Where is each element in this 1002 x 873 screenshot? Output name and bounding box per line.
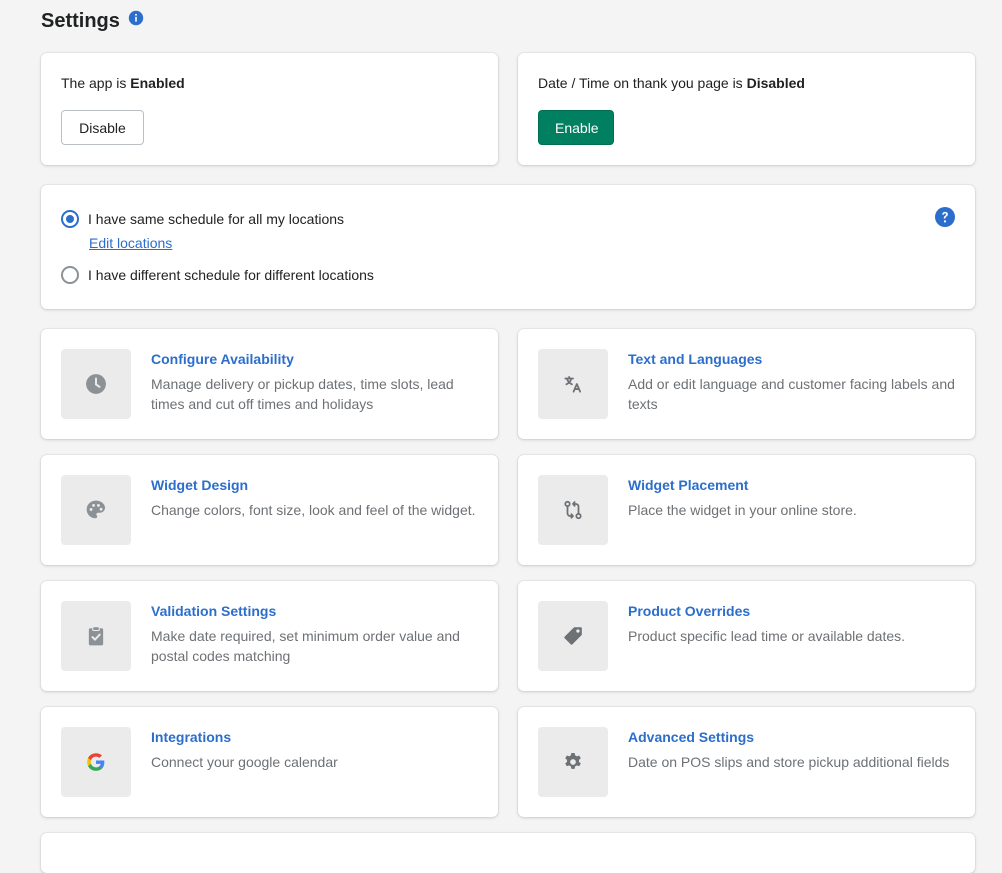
tile-configure-availability[interactable]: Configure Availability Manage delivery o… <box>41 329 498 439</box>
disable-app-button[interactable]: Disable <box>61 110 144 145</box>
radio-different-schedule-label[interactable]: I have different schedule for different … <box>88 267 374 283</box>
tile-widget-placement[interactable]: Widget Placement Place the widget in you… <box>518 455 975 565</box>
next-card <box>41 833 975 873</box>
tile-title[interactable]: Integrations <box>151 729 231 745</box>
edit-locations-link[interactable]: Edit locations <box>89 235 172 251</box>
tile-title[interactable]: Widget Placement <box>628 477 748 493</box>
info-icon[interactable] <box>128 10 144 26</box>
tile-description: Add or edit language and customer facing… <box>628 376 955 412</box>
enable-thankyou-button[interactable]: Enable <box>538 110 614 145</box>
tile-thumb <box>538 475 608 545</box>
question-circle-icon[interactable] <box>935 207 955 227</box>
tile-title[interactable]: Product Overrides <box>628 603 750 619</box>
thankyou-status-state: Disabled <box>746 75 805 91</box>
tile-thumb <box>538 349 608 419</box>
tile-integrations[interactable]: Integrations Connect your google calenda… <box>41 707 498 817</box>
tile-widget-design[interactable]: Widget Design Change colors, font size, … <box>41 455 498 565</box>
tile-description: Make date required, set minimum order va… <box>151 628 460 664</box>
thankyou-status-text: Date / Time on thank you page is Disable… <box>538 75 805 91</box>
gear-icon <box>565 752 581 769</box>
radio-same-schedule-control[interactable] <box>61 210 79 228</box>
radio-same-schedule-label[interactable]: I have same schedule for all my location… <box>88 211 344 227</box>
tile-thumb <box>61 349 131 419</box>
google-icon <box>87 753 105 771</box>
thankyou-status-card: Date / Time on thank you page is Disable… <box>518 53 975 165</box>
tile-title[interactable]: Widget Design <box>151 477 248 493</box>
radio-different-schedule-control[interactable] <box>61 266 79 284</box>
tile-title[interactable]: Advanced Settings <box>628 729 754 745</box>
tile-title[interactable]: Configure Availability <box>151 351 294 367</box>
schedule-card: I have same schedule for all my location… <box>41 185 975 309</box>
tile-description: Manage delivery or pickup dates, time sl… <box>151 376 454 412</box>
tile-description: Place the widget in your online store. <box>628 502 857 518</box>
tile-description: Change colors, font size, look and feel … <box>151 502 476 518</box>
translate-icon <box>564 375 582 393</box>
tile-description: Product specific lead time or available … <box>628 628 906 644</box>
tile-thumb <box>61 475 131 545</box>
tile-thumb <box>61 727 131 797</box>
app-status-state: Enabled <box>130 75 185 91</box>
tile-validation-settings[interactable]: Validation Settings Make date required, … <box>41 581 498 691</box>
radio-same-schedule[interactable]: I have same schedule for all my location… <box>61 210 344 228</box>
radio-different-schedule[interactable]: I have different schedule for different … <box>61 266 374 284</box>
palette-icon <box>86 500 106 519</box>
clipboard-check-icon <box>88 626 104 646</box>
tile-product-overrides[interactable]: Product Overrides Product specific lead … <box>518 581 975 691</box>
page-header: Settings <box>41 10 144 33</box>
clock-icon <box>86 374 106 394</box>
page-title: Settings <box>41 10 120 32</box>
tile-advanced-settings[interactable]: Advanced Settings Date on POS slips and … <box>518 707 975 817</box>
tag-icon <box>564 627 582 645</box>
tile-description: Date on POS slips and store pickup addit… <box>628 754 950 770</box>
tile-title[interactable]: Text and Languages <box>628 351 762 367</box>
app-status-text: The app is Enabled <box>61 75 185 91</box>
tile-thumb <box>61 601 131 671</box>
tile-description: Connect your google calendar <box>151 754 338 770</box>
tile-title[interactable]: Validation Settings <box>151 603 276 619</box>
app-status-prefix: The app is <box>61 75 131 91</box>
tile-thumb <box>538 727 608 797</box>
thankyou-status-prefix: Date / Time on thank you page is <box>538 75 747 91</box>
tile-thumb <box>538 601 608 671</box>
swap-arrows-icon <box>564 500 582 520</box>
app-status-card: The app is Enabled Disable <box>41 53 498 165</box>
tile-text-and-languages[interactable]: Text and Languages Add or edit language … <box>518 329 975 439</box>
